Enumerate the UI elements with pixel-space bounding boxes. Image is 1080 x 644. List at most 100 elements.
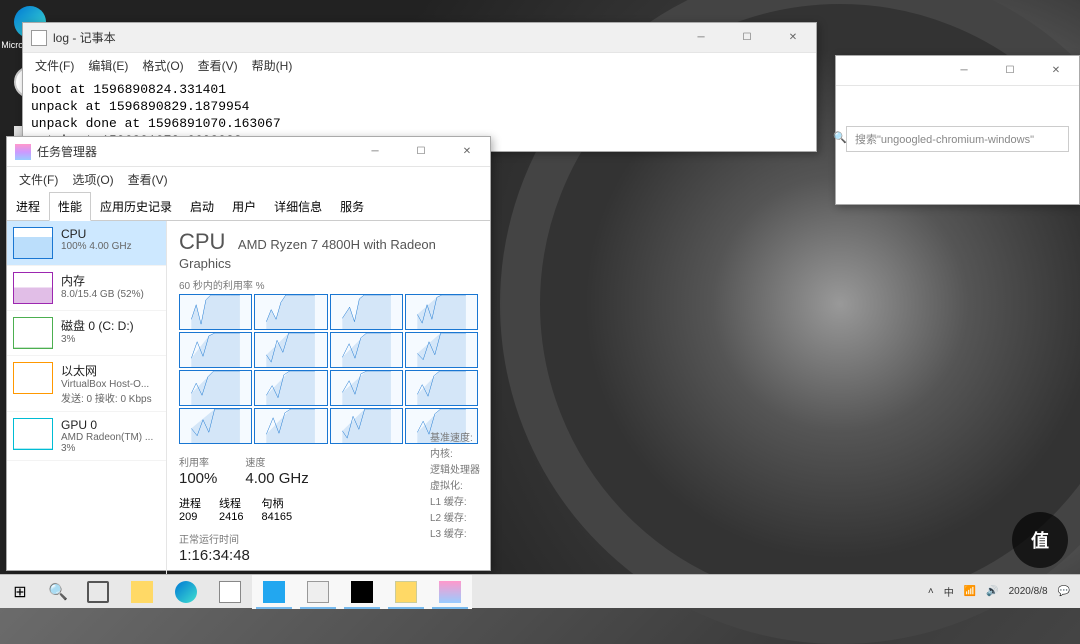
chart-label: 60 秒内的利用率 % <box>179 277 478 292</box>
uptime-value: 1:16:34:48 <box>179 547 250 564</box>
notepad-menubar: 文件(F) 编辑(E) 格式(O) 查看(V) 帮助(H) <box>23 53 816 78</box>
handles-value: 84165 <box>261 511 292 523</box>
core-chart <box>330 332 403 368</box>
processes-label: 进程 <box>179 495 201 511</box>
maximize-button[interactable]: ☐ <box>724 23 770 53</box>
start-button[interactable]: ⊞ <box>0 582 40 602</box>
menu-view[interactable]: 查看(V) <box>122 169 174 190</box>
cpu-heading: CPU <box>179 229 225 255</box>
maximize-button[interactable]: ☐ <box>398 137 444 167</box>
taskmgr-menubar: 文件(F) 选项(O) 查看(V) <box>7 167 490 192</box>
maximize-button[interactable]: ☐ <box>987 56 1033 86</box>
smzdm-watermark-icon: 值 <box>1012 512 1068 568</box>
taskbar-explorer-open[interactable] <box>384 575 428 609</box>
taskbar: ⊞ 🔍 ˄ 中 📶 🔊 2020/8/8 💬 <box>0 574 1080 608</box>
cpu-details: 基准速度: 内核: 逻辑处理器 虚拟化: L1 缓存: L2 缓存: L3 缓存… <box>430 431 480 543</box>
tab-apphistory[interactable]: 应用历史记录 <box>91 192 181 221</box>
menu-options[interactable]: 选项(O) <box>66 169 119 190</box>
core-chart <box>254 370 327 406</box>
cpu-core-charts <box>179 294 478 444</box>
speed-value: 4.00 GHz <box>245 470 308 487</box>
memory-thumbnail-graph <box>13 272 53 304</box>
taskbar-edge[interactable] <box>164 575 208 609</box>
menu-view[interactable]: 查看(V) <box>192 55 244 76</box>
taskbar-search-icon[interactable]: 🔍 <box>40 582 76 602</box>
core-chart <box>179 370 252 406</box>
core-chart <box>179 408 252 444</box>
task-view-button[interactable] <box>76 575 120 609</box>
net-thumbnail-graph <box>13 362 53 394</box>
explorer-titlebar[interactable]: ─ ☐ ✕ <box>836 56 1079 86</box>
taskmgr-title: 任务管理器 <box>37 143 97 160</box>
taskmgr-main-panel: CPU AMD Ryzen 7 4800H with Radeon Graphi… <box>167 221 490 577</box>
taskmgr-titlebar[interactable]: 任务管理器 ─ ☐ ✕ <box>7 137 490 167</box>
disk-thumbnail-graph <box>13 317 53 349</box>
handles-label: 句柄 <box>261 495 292 511</box>
tray-notifications-icon[interactable]: 💬 <box>1058 586 1070 597</box>
taskbar-cmd[interactable] <box>340 575 384 609</box>
core-chart <box>254 408 327 444</box>
taskbar-store[interactable] <box>208 575 252 609</box>
close-button[interactable]: ✕ <box>1033 56 1079 86</box>
core-chart <box>405 370 478 406</box>
core-chart <box>179 294 252 330</box>
tray-volume-icon[interactable]: 🔊 <box>986 586 998 597</box>
tab-details[interactable]: 详细信息 <box>265 192 331 221</box>
explorer-window[interactable]: ─ ☐ ✕ 搜索"ungoogled-chromium-windows" <box>835 55 1080 205</box>
taskmgr-sidebar: CPU100% 4.00 GHz 内存8.0/15.4 GB (52%) 磁盘 … <box>7 221 167 577</box>
taskbar-taskmgr[interactable] <box>428 575 472 609</box>
task-manager-window[interactable]: 任务管理器 ─ ☐ ✕ 文件(F) 选项(O) 查看(V) 进程 性能 应用历史… <box>6 136 491 571</box>
processes-value: 209 <box>179 511 201 523</box>
core-chart <box>179 332 252 368</box>
tab-startup[interactable]: 启动 <box>181 192 223 221</box>
system-tray: ˄ 中 📶 🔊 2020/8/8 💬 <box>918 584 1080 599</box>
threads-value: 2416 <box>219 511 243 523</box>
tab-users[interactable]: 用户 <box>223 192 265 221</box>
taskmgr-tabs: 进程 性能 应用历史记录 启动 用户 详细信息 服务 <box>7 192 490 221</box>
notepad-icon <box>31 30 47 46</box>
utilization-label: 利用率 <box>179 454 217 469</box>
minimize-button[interactable]: ─ <box>352 137 398 167</box>
sidebar-item-memory[interactable]: 内存8.0/15.4 GB (52%) <box>7 266 166 311</box>
core-chart <box>405 294 478 330</box>
taskmgr-icon <box>15 144 31 160</box>
menu-format[interactable]: 格式(O) <box>136 55 189 76</box>
menu-file[interactable]: 文件(F) <box>29 55 80 76</box>
utilization-value: 100% <box>179 470 217 487</box>
notepad-title: log - 记事本 <box>53 29 116 46</box>
uptime-label: 正常运行时间 <box>179 531 250 546</box>
close-button[interactable]: ✕ <box>444 137 490 167</box>
minimize-button[interactable]: ─ <box>941 56 987 86</box>
explorer-search-input[interactable]: 搜索"ungoogled-chromium-windows" <box>846 126 1069 152</box>
core-chart <box>330 294 403 330</box>
taskbar-notepad[interactable] <box>296 575 340 609</box>
notepad-titlebar[interactable]: log - 记事本 ─ ☐ ✕ <box>23 23 816 53</box>
menu-edit[interactable]: 编辑(E) <box>82 55 134 76</box>
menu-file[interactable]: 文件(F) <box>13 169 64 190</box>
sidebar-item-ethernet[interactable]: 以太网VirtualBox Host-O...发送: 0 接收: 0 Kbps <box>7 356 166 412</box>
tray-chevron-icon[interactable]: ˄ <box>928 586 934 597</box>
tray-network-icon[interactable]: 📶 <box>964 586 976 597</box>
core-chart <box>330 408 403 444</box>
core-chart <box>254 294 327 330</box>
gpu-thumbnail-graph <box>13 418 53 450</box>
tab-processes[interactable]: 进程 <box>7 192 49 221</box>
notepad-window[interactable]: log - 记事本 ─ ☐ ✕ 文件(F) 编辑(E) 格式(O) 查看(V) … <box>22 22 817 152</box>
taskbar-explorer[interactable] <box>120 575 164 609</box>
core-chart <box>254 332 327 368</box>
tray-ime[interactable]: 中 <box>944 584 954 599</box>
tray-clock[interactable]: 2020/8/8 <box>1009 586 1048 598</box>
minimize-button[interactable]: ─ <box>678 23 724 53</box>
core-chart <box>330 370 403 406</box>
sidebar-item-cpu[interactable]: CPU100% 4.00 GHz <box>7 221 166 266</box>
tab-performance[interactable]: 性能 <box>49 192 91 221</box>
menu-help[interactable]: 帮助(H) <box>246 55 299 76</box>
speed-label: 速度 <box>245 454 308 469</box>
sidebar-item-gpu[interactable]: GPU 0AMD Radeon(TM) ...3% <box>7 412 166 461</box>
sidebar-item-disk[interactable]: 磁盘 0 (C: D:)3% <box>7 311 166 356</box>
taskbar-vscode[interactable] <box>252 575 296 609</box>
core-chart <box>405 332 478 368</box>
tab-services[interactable]: 服务 <box>331 192 373 221</box>
cpu-thumbnail-graph <box>13 227 53 259</box>
close-button[interactable]: ✕ <box>770 23 816 53</box>
